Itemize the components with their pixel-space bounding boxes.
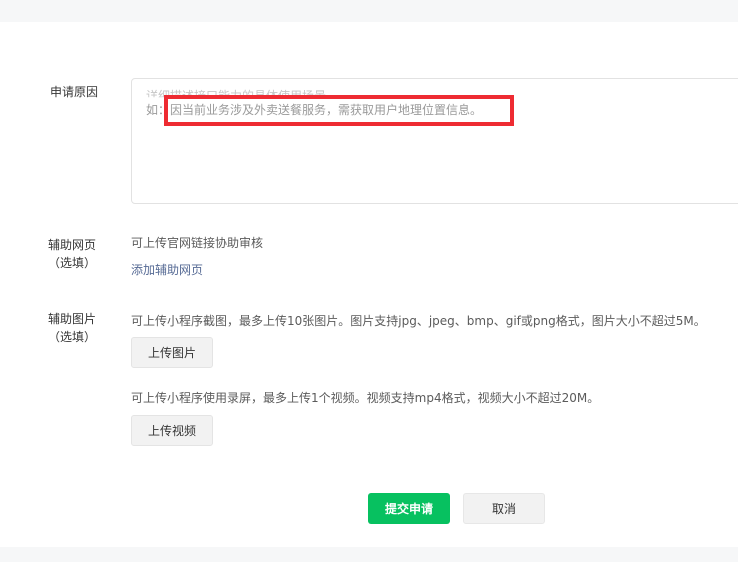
support-image-hint: 可上传小程序截图，最多上传10张图片。图片支持jpg、jpeg、bmp、gif或…: [131, 314, 706, 328]
support-site-hint: 可上传官网链接协助审核: [131, 236, 264, 250]
reason-label: 申请原因: [50, 83, 98, 101]
support-image-optional: （选填）: [48, 330, 97, 344]
reason-label-text: 申请原因: [50, 85, 99, 99]
add-support-site-link[interactable]: 添加辅助网页: [131, 261, 203, 278]
support-image-label: 辅助图片 （选填）: [48, 310, 96, 346]
upload-video-button[interactable]: 上传视频: [131, 415, 213, 446]
bottom-footer-band: [0, 547, 738, 562]
submit-button[interactable]: 提交申请: [368, 493, 450, 524]
top-header-band: [0, 0, 738, 22]
reason-placeholder-line2: 如：因当前业务涉及外卖送餐服务，需获取用户地理位置信息。: [146, 103, 483, 117]
reason-textarea[interactable]: 详细描述接口能力的具体使用场景 如：因当前业务涉及外卖送餐服务，需获取用户地理位…: [131, 78, 738, 204]
support-site-label: 辅助网页 （选填）: [48, 236, 96, 272]
cancel-button[interactable]: 取消: [463, 493, 545, 524]
upload-image-button[interactable]: 上传图片: [131, 337, 213, 368]
support-site-optional: （选填）: [48, 256, 97, 270]
support-video-hint: 可上传小程序使用录屏，最多上传1个视频。视频支持mp4格式，视频大小不超过20M…: [131, 391, 600, 405]
support-image-label-text: 辅助图片: [48, 312, 97, 326]
support-site-label-text: 辅助网页: [48, 238, 97, 252]
